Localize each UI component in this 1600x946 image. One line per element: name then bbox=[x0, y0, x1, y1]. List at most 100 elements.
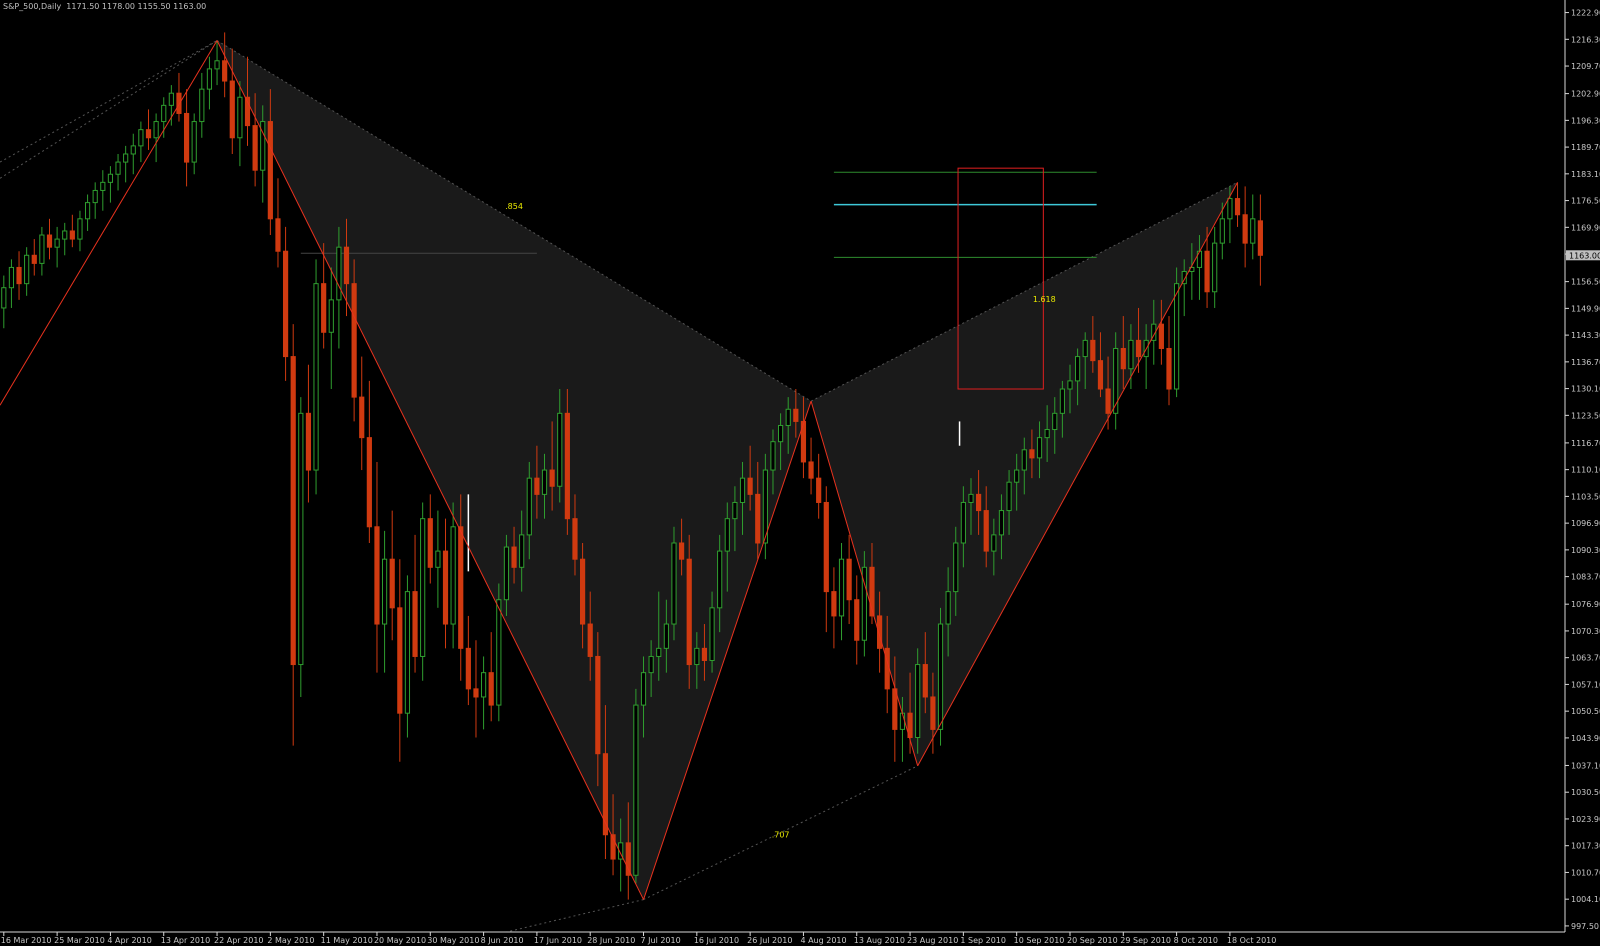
candle-body bbox=[1082, 339, 1088, 358]
candle-body bbox=[785, 408, 791, 426]
ratio-label: 1.618 bbox=[1033, 295, 1056, 304]
y-tick-label: 1143.30 bbox=[1571, 331, 1600, 340]
candle-body bbox=[366, 437, 372, 528]
y-tick-label: 1123.50 bbox=[1571, 411, 1600, 420]
y-tick-label: 1057.10 bbox=[1571, 680, 1600, 689]
candle-body bbox=[991, 534, 997, 552]
candle-body bbox=[1120, 347, 1126, 370]
candle-body bbox=[640, 672, 647, 706]
candle-body bbox=[793, 408, 799, 422]
x-tick-label: 29 Sep 2010 bbox=[1120, 936, 1171, 945]
candle-body bbox=[846, 558, 852, 601]
y-tick-label: 1050.50 bbox=[1571, 707, 1600, 716]
candle-body bbox=[69, 230, 75, 240]
candle-body bbox=[343, 246, 350, 285]
candle-body bbox=[412, 591, 418, 657]
y-tick-label: 1169.90 bbox=[1571, 223, 1600, 232]
candle-body bbox=[123, 153, 129, 163]
x-tick-label: 13 Aug 2010 bbox=[854, 936, 905, 945]
candle-body bbox=[100, 181, 106, 191]
candle-body bbox=[168, 92, 174, 106]
candle-body bbox=[892, 688, 898, 730]
candle-body bbox=[1097, 360, 1104, 390]
candle-body bbox=[458, 526, 464, 649]
candle-body bbox=[313, 283, 319, 471]
y-tick-label: 1063.70 bbox=[1571, 654, 1600, 663]
candle-body bbox=[747, 477, 753, 495]
candle-body bbox=[199, 88, 205, 123]
y-tick-label: 1070.30 bbox=[1571, 627, 1600, 636]
y-tick-label: 1196.30 bbox=[1571, 116, 1600, 125]
candle-body bbox=[899, 712, 906, 730]
candle-body bbox=[214, 60, 220, 70]
candle-body bbox=[191, 121, 197, 163]
candle-body bbox=[275, 218, 281, 252]
candle-body bbox=[435, 550, 441, 568]
candle-body bbox=[701, 647, 708, 662]
x-tick-label: 2 May 2010 bbox=[267, 936, 314, 945]
candle-body bbox=[374, 526, 380, 625]
y-tick-label: 1222.90 bbox=[1571, 9, 1600, 18]
candle-body bbox=[625, 842, 631, 876]
candle-body bbox=[161, 104, 167, 123]
x-tick-label: 23 Aug 2010 bbox=[907, 936, 958, 945]
x-tick-label: 13 Apr 2010 bbox=[161, 936, 210, 945]
candle-body bbox=[633, 704, 639, 876]
candle-body bbox=[1, 287, 7, 309]
candle-body bbox=[1242, 214, 1248, 244]
candle-body bbox=[442, 550, 449, 625]
y-tick-label: 1083.70 bbox=[1571, 573, 1600, 582]
candle-body bbox=[686, 558, 692, 666]
candle-body bbox=[838, 558, 845, 617]
x-tick-label: 11 May 2010 bbox=[321, 936, 373, 945]
candle-body bbox=[953, 542, 959, 593]
ratio-dotted-line bbox=[506, 899, 644, 933]
candle-body bbox=[884, 647, 890, 690]
y-tick-label: 1176.50 bbox=[1571, 197, 1600, 206]
y-tick-label: 1023.90 bbox=[1571, 815, 1600, 824]
candle-body bbox=[1090, 339, 1096, 362]
candle-body bbox=[130, 145, 136, 155]
candle-body bbox=[1234, 198, 1241, 216]
y-tick-label: 1216.30 bbox=[1571, 35, 1600, 44]
candle-body bbox=[549, 469, 555, 487]
y-tick-label: 1149.90 bbox=[1571, 304, 1600, 313]
candle-body bbox=[1052, 412, 1058, 431]
y-tick-label: 1043.90 bbox=[1571, 734, 1600, 743]
candle-body bbox=[16, 266, 22, 285]
candle-body bbox=[252, 125, 258, 171]
ratio-label: .854 bbox=[505, 202, 523, 211]
x-tick-label: 8 Oct 2010 bbox=[1174, 936, 1218, 945]
x-tick-label: 10 Sep 2010 bbox=[1014, 936, 1065, 945]
x-tick-label: 17 Jun 2010 bbox=[534, 936, 582, 945]
candle-body bbox=[1029, 449, 1035, 459]
candle-body bbox=[816, 477, 822, 503]
candle-body bbox=[678, 542, 685, 560]
candle-body bbox=[915, 664, 921, 738]
y-tick-label: 997.50 bbox=[1571, 922, 1599, 931]
candle-body bbox=[267, 121, 273, 220]
candle-body bbox=[229, 80, 235, 139]
candle-body bbox=[823, 501, 829, 593]
candle-body bbox=[808, 461, 814, 479]
candle-body bbox=[1113, 347, 1119, 414]
candle-body bbox=[397, 607, 403, 714]
y-tick-label: 1010.70 bbox=[1571, 868, 1600, 877]
candle-body bbox=[496, 599, 502, 706]
current-price-label: 1163.00 bbox=[1569, 251, 1600, 260]
candle-body bbox=[587, 623, 593, 657]
x-tick-label: 28 Jun 2010 bbox=[587, 936, 635, 945]
candle-body bbox=[739, 477, 746, 503]
y-tick-label: 1183.10 bbox=[1571, 170, 1600, 179]
candle-body bbox=[671, 542, 677, 625]
candle-body bbox=[732, 501, 738, 520]
candle-body bbox=[381, 558, 388, 625]
candle-body bbox=[511, 546, 517, 568]
candle-body bbox=[1021, 449, 1027, 471]
candle-body bbox=[983, 510, 989, 552]
candle-body bbox=[290, 356, 296, 666]
candle-body bbox=[1044, 429, 1050, 439]
x-tick-label: 25 Mar 2010 bbox=[54, 936, 105, 945]
price-chart[interactable]: .854 1.618 .707 1222.90 1216.30 1209.70 1202.9… bbox=[0, 0, 1600, 946]
candle-body bbox=[1227, 198, 1233, 220]
